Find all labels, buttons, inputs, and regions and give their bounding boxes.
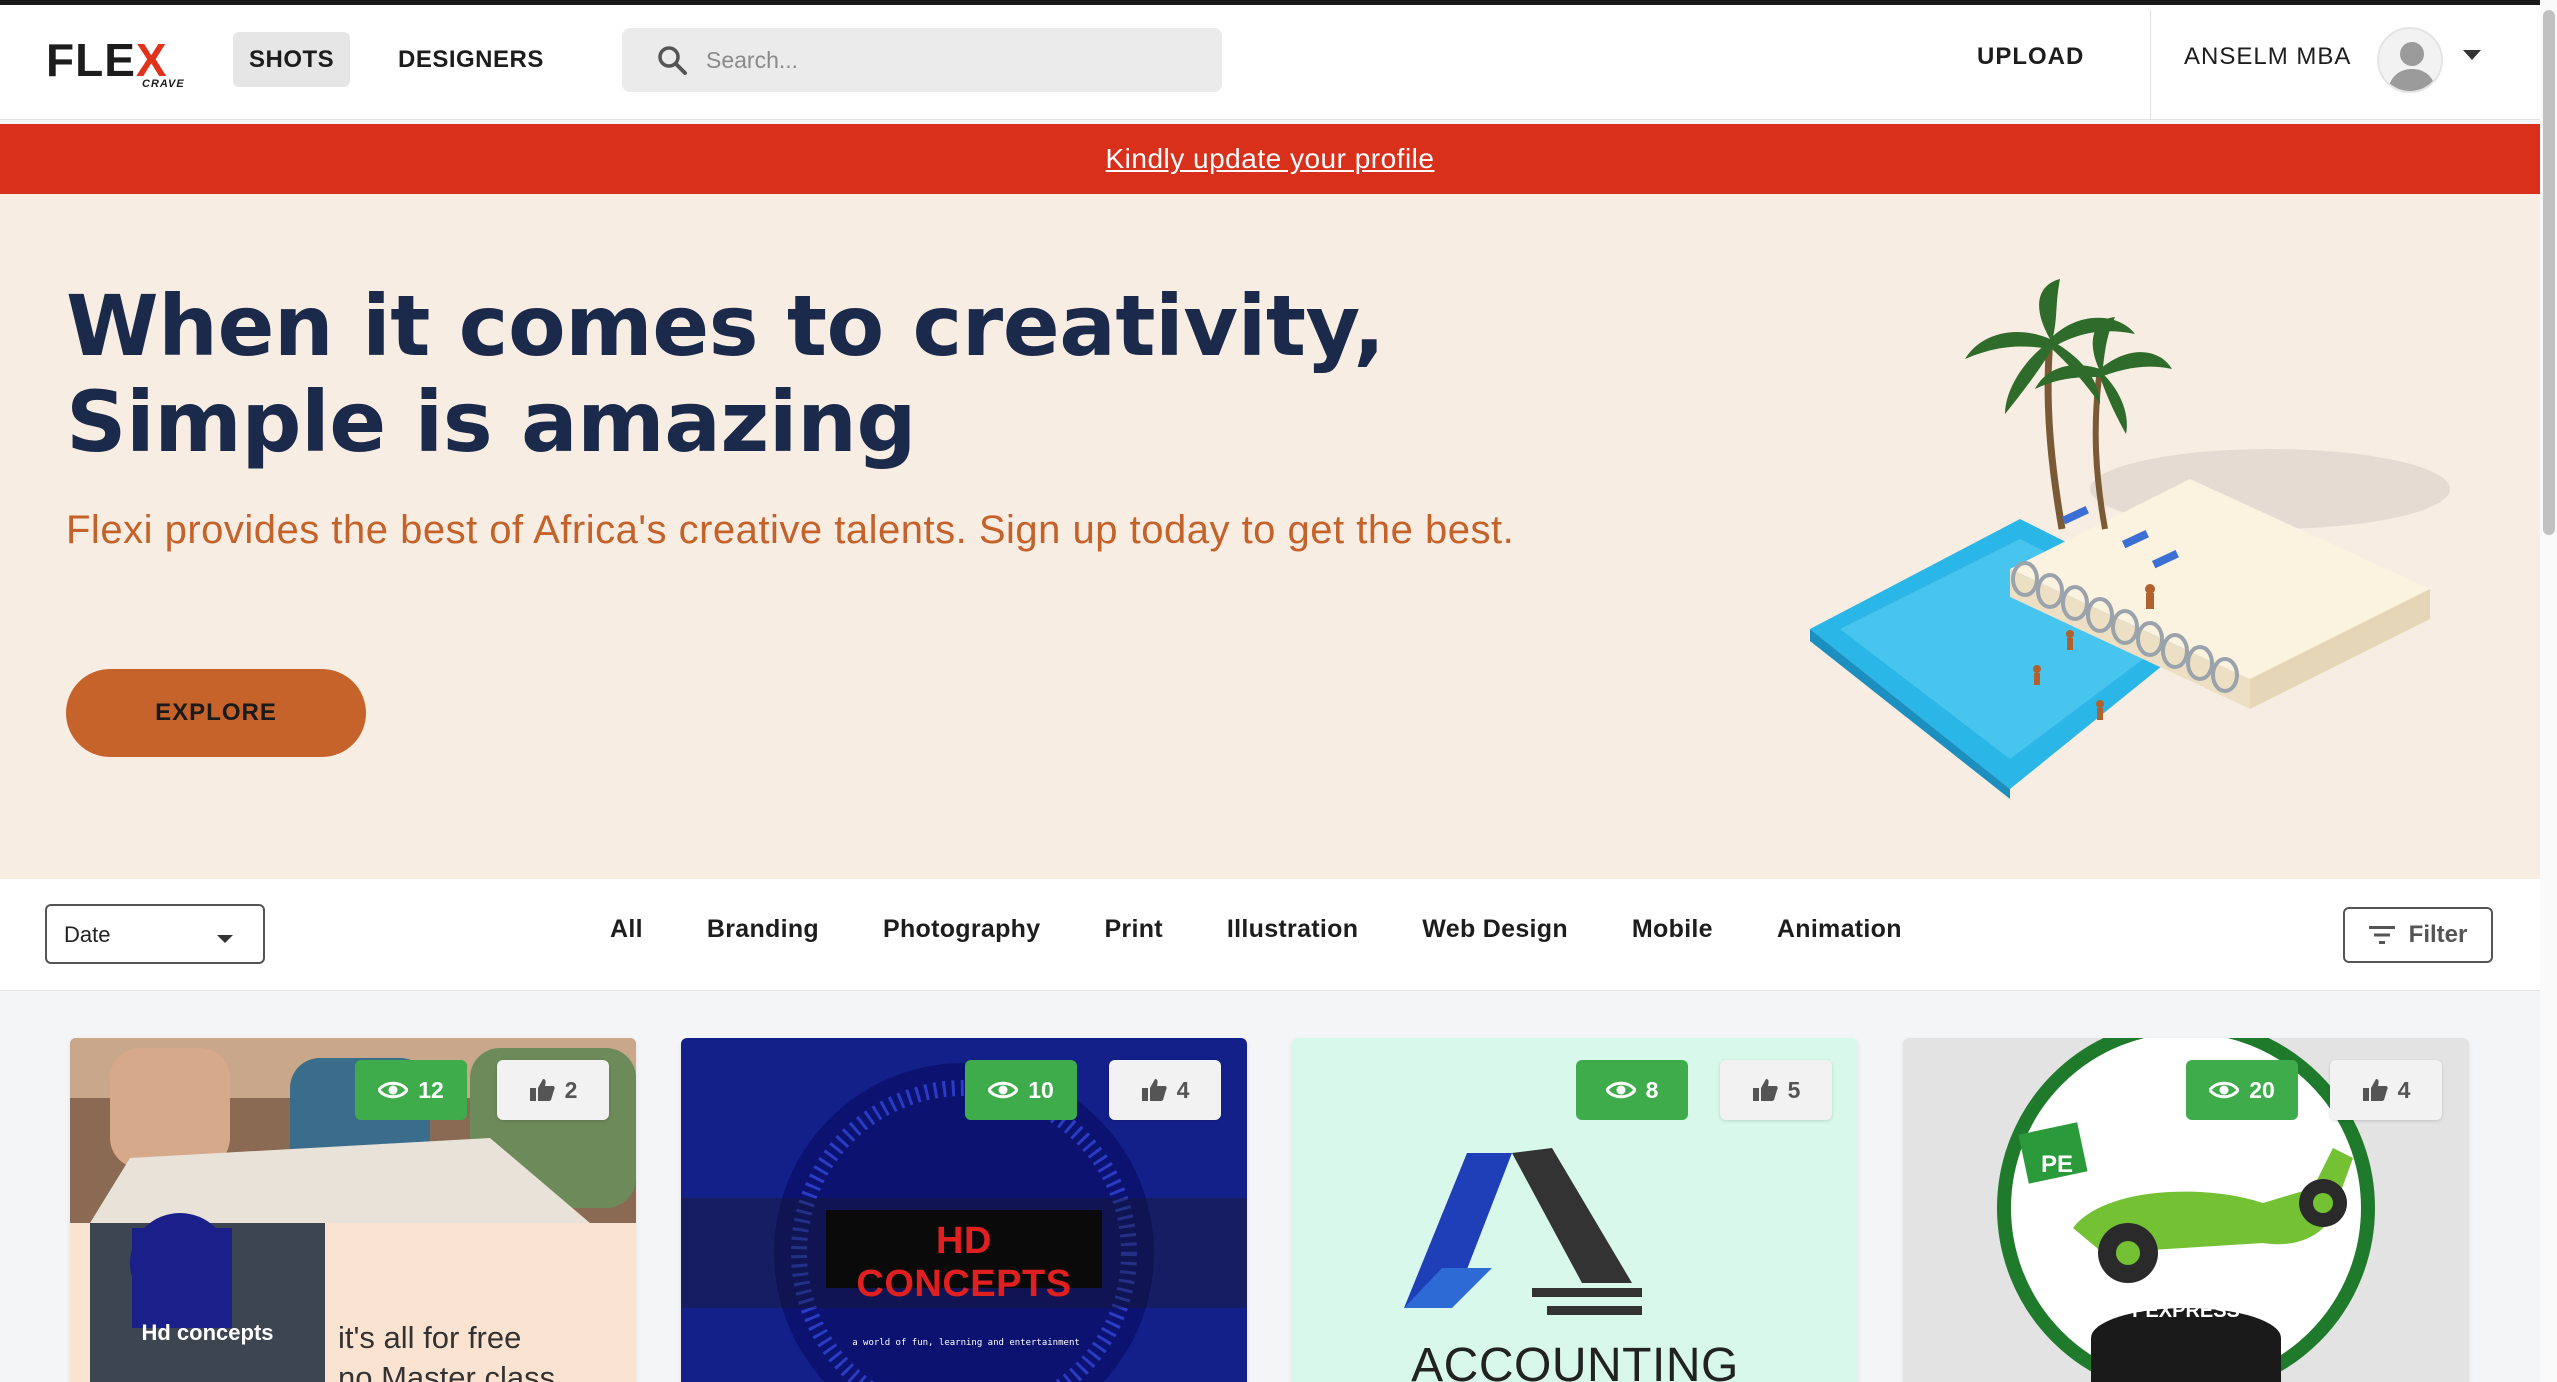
thumbs-up-icon xyxy=(2362,1079,2388,1101)
hero-section: When it comes to creativity, Simple is a… xyxy=(0,194,2540,879)
logo-flex-text: FLE xyxy=(46,34,136,86)
logo-subtext: CRAVE xyxy=(142,78,185,90)
thumbs-up-icon xyxy=(1752,1079,1778,1101)
shot-card[interactable]: PE PEXPRESS 20 4 xyxy=(1903,1038,2469,1382)
filter-bar: Date All Branding Photography Print Illu… xyxy=(0,879,2540,991)
eye-icon xyxy=(378,1081,409,1099)
sort-select[interactable]: Date xyxy=(45,904,265,964)
nav-designers[interactable]: DESIGNERS xyxy=(382,32,560,87)
eye-icon xyxy=(988,1081,1019,1099)
likes-count: 5 xyxy=(1787,1076,1801,1103)
tab-print[interactable]: Print xyxy=(1104,915,1162,944)
search-icon xyxy=(656,44,688,76)
card-title: PEXPRESS xyxy=(2132,1300,2240,1322)
views-count: 8 xyxy=(1645,1076,1659,1103)
likes-badge[interactable]: 4 xyxy=(1109,1060,1221,1120)
filter-button[interactable]: Filter xyxy=(2343,907,2493,963)
card-tagline: a world of fun, learning and entertainme… xyxy=(852,1338,1080,1348)
profile-notice-bar: Kindly update your profile xyxy=(0,124,2540,194)
views-badge[interactable]: 10 xyxy=(965,1060,1077,1120)
tab-animation[interactable]: Animation xyxy=(1777,915,1902,944)
user-silhouette-icon xyxy=(2387,42,2437,91)
search-bar xyxy=(622,28,1222,92)
likes-count: 4 xyxy=(2397,1076,2411,1103)
hero-title-line-1: When it comes to creativity, xyxy=(66,277,1385,375)
tab-web-design[interactable]: Web Design xyxy=(1422,915,1568,944)
account-dropdown-caret-icon[interactable] xyxy=(2463,50,2481,60)
page-scrollbar-thumb[interactable] xyxy=(2543,10,2555,535)
likes-badge[interactable]: 5 xyxy=(1720,1060,1832,1120)
card-caption-line-1: it's all for free xyxy=(338,1320,522,1355)
thumbs-up-icon xyxy=(1141,1079,1167,1101)
likes-badge[interactable]: 4 xyxy=(2330,1060,2442,1120)
avatar[interactable] xyxy=(2377,27,2443,93)
likes-count: 2 xyxy=(564,1076,578,1103)
user-name[interactable]: ANSELM MBA xyxy=(2184,43,2351,71)
flex-logo[interactable]: FLEX CRAVE xyxy=(46,33,196,93)
card-caption-brand: Hd concepts xyxy=(141,1320,274,1345)
shot-card[interactable]: Hd concepts it's all for free no Master … xyxy=(70,1038,636,1382)
nav-shots[interactable]: SHOTS xyxy=(233,32,351,87)
views-badge[interactable]: 20 xyxy=(2186,1060,2298,1120)
hero-title-line-2: Simple is amazing xyxy=(66,373,917,471)
filter-button-label: Filter xyxy=(2408,921,2468,948)
thumbs-up-icon xyxy=(529,1079,555,1101)
hero-subtitle: Flexi provides the best of Africa's crea… xyxy=(66,508,1515,552)
views-count: 20 xyxy=(2249,1076,2275,1103)
tab-photography[interactable]: Photography xyxy=(883,915,1040,944)
sort-dropdown-arrow-icon xyxy=(217,935,233,943)
category-tabs: All Branding Photography Print Illustrat… xyxy=(610,915,1966,944)
shot-card[interactable]: HD CONCEPTS a world of fun, learning and… xyxy=(681,1038,1247,1382)
tab-branding[interactable]: Branding xyxy=(707,915,819,944)
views-count: 10 xyxy=(1028,1076,1054,1103)
header-divider xyxy=(2150,10,2151,120)
explore-button[interactable]: EXPLORE xyxy=(66,669,366,757)
eye-icon xyxy=(2209,1081,2240,1099)
filter-lines-icon xyxy=(2368,926,2395,944)
likes-badge[interactable]: 2 xyxy=(497,1060,609,1120)
eye-icon xyxy=(1605,1081,1636,1099)
views-badge[interactable]: 12 xyxy=(355,1060,467,1120)
card-title: HD CONCEPTS xyxy=(856,1220,1072,1305)
notebook-pool-illustration xyxy=(1810,279,2450,799)
card-caption-line-2: no Master class xyxy=(338,1360,556,1382)
hd-concepts-mini-logo xyxy=(132,1228,232,1328)
likes-count: 4 xyxy=(1176,1076,1190,1103)
sort-select-value: Date xyxy=(64,922,111,947)
tab-all[interactable]: All xyxy=(610,915,643,944)
card-title: ACCOUNTING SOFTWARES xyxy=(1411,1339,1739,1382)
update-profile-link[interactable]: Kindly update your profile xyxy=(1106,143,1435,175)
card-initials: PE xyxy=(2041,1151,2074,1178)
views-badge[interactable]: 8 xyxy=(1576,1060,1688,1120)
top-navbar: FLEX CRAVE SHOTS DESIGNERS UPLOAD ANSELM… xyxy=(0,5,2557,120)
hero-title: When it comes to creativity, Simple is a… xyxy=(66,278,1566,470)
tab-mobile[interactable]: Mobile xyxy=(1632,915,1713,944)
search-input[interactable] xyxy=(706,46,1186,74)
views-count: 12 xyxy=(418,1076,444,1103)
upload-link[interactable]: UPLOAD xyxy=(1977,43,2084,71)
shot-card[interactable]: ACCOUNTING SOFTWARES 8 5 xyxy=(1292,1038,1858,1382)
tab-illustration[interactable]: Illustration xyxy=(1227,915,1358,944)
